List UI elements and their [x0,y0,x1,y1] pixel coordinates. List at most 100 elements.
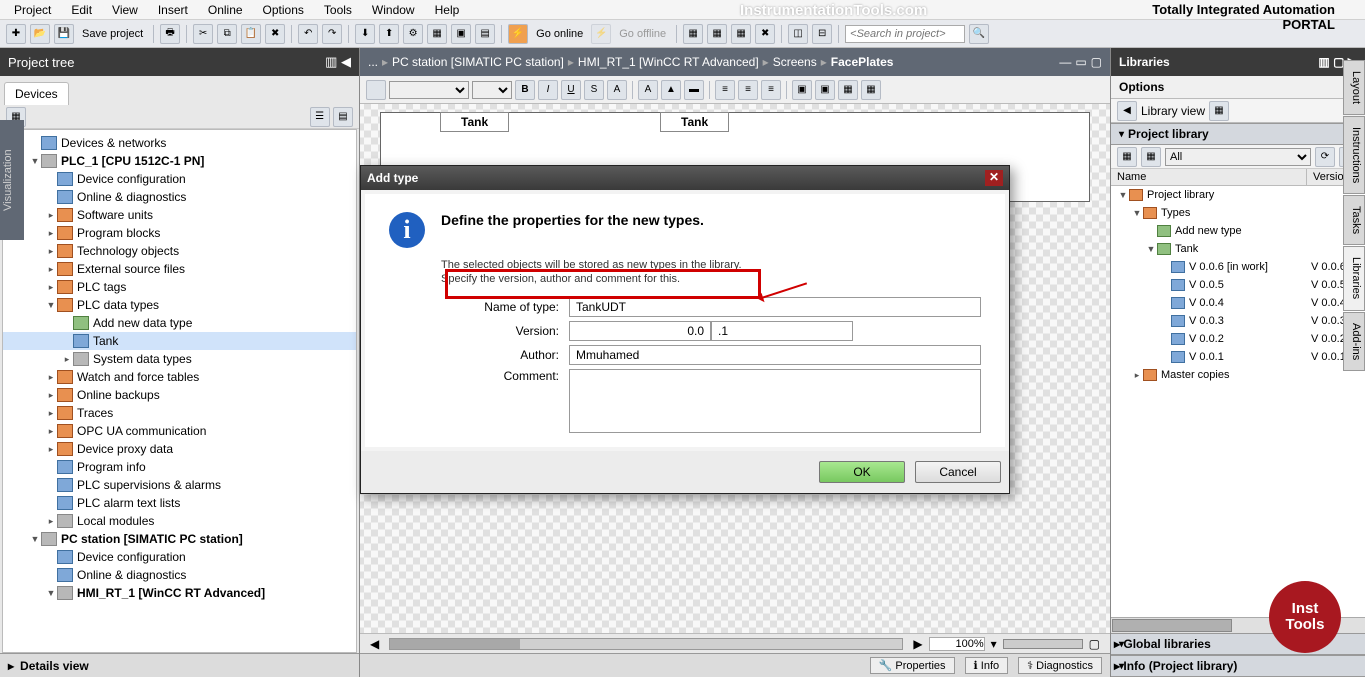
tb-icon-6[interactable]: ▦ [731,24,751,44]
tree-item[interactable]: Online & diagnostics [3,188,356,206]
lib-mode-icon[interactable]: ▦ [1209,101,1229,121]
bold-icon[interactable]: B [515,80,535,100]
menu-online[interactable]: Online [198,1,253,19]
compile-icon[interactable]: ⚙ [403,24,423,44]
menu-view[interactable]: View [102,1,148,19]
tb-icon-4[interactable]: ▦ [683,24,703,44]
breadcrumb-item[interactable]: ... [368,55,378,69]
menu-tools[interactable]: Tools [314,1,362,19]
ok-button[interactable]: OK [819,461,905,483]
lib-refresh-icon[interactable]: ⟳ [1315,147,1335,167]
side-tab-instructions[interactable]: Instructions [1343,116,1365,194]
project-tree[interactable]: Devices & networks▼PLC_1 [CPU 1512C-1 PN… [2,129,357,653]
download-icon[interactable]: ⬇ [355,24,375,44]
collapse-left-icon[interactable]: ◀ [341,54,351,69]
visualization-tab[interactable]: Visualization [0,120,24,240]
tree-item[interactable]: ▸Technology objects [3,242,356,260]
paste-icon[interactable]: 📋 [241,24,261,44]
zoom-input[interactable] [929,637,985,651]
copy-icon[interactable]: ⧉ [217,24,237,44]
tree-item[interactable]: ▸System data types [3,350,356,368]
align-c-icon[interactable]: ≡ [738,80,758,100]
lib-tree-item[interactable]: V 0.0.1V 0.0.1 [1111,348,1365,366]
menu-help[interactable]: Help [425,1,470,19]
pin-icon[interactable]: ▥ [325,54,337,69]
super-icon[interactable]: A [607,80,627,100]
et-icon[interactable] [366,80,386,100]
fit-icon[interactable]: ▢ [1089,637,1100,651]
underline-icon[interactable]: U [561,80,581,100]
menu-window[interactable]: Window [362,1,425,19]
strike-icon[interactable]: S [584,80,604,100]
tb-icon-2[interactable]: ▣ [451,24,471,44]
tree-item[interactable]: ▸Watch and force tables [3,368,356,386]
min-icon[interactable]: — [1059,55,1071,69]
info-tab[interactable]: ℹ Info [965,657,1009,674]
delete-icon[interactable]: ✖ [265,24,285,44]
tree-list-icon[interactable]: ☰ [310,107,330,127]
open-project-icon[interactable]: 📂 [30,24,50,44]
tree-item[interactable]: Add new data type [3,314,356,332]
tree-detail-icon[interactable]: ▤ [333,107,353,127]
tree-item[interactable]: Program info [3,458,356,476]
author-input[interactable] [569,345,981,365]
lib-tree-item[interactable]: V 0.0.3V 0.0.3 [1111,312,1365,330]
lib-filter-icon1[interactable]: ▦ [1117,147,1137,167]
tank-object-1[interactable]: Tank [440,112,509,132]
align-r-icon[interactable]: ≡ [761,80,781,100]
fill-color-icon[interactable]: ▲ [661,80,681,100]
lib-tree-item[interactable]: ▼Types [1111,204,1365,222]
layer-f-icon[interactable]: ▣ [792,80,812,100]
split-h-icon[interactable]: ◫ [788,24,808,44]
split-v-icon[interactable]: ⊟ [812,24,832,44]
go-offline-icon[interactable]: ⚡ [591,24,611,44]
lib-pin-icon[interactable]: ▥ [1318,55,1329,69]
ungroup-icon[interactable]: ▦ [861,80,881,100]
tree-item[interactable]: Online & diagnostics [3,566,356,584]
size-select[interactable] [472,81,512,99]
menu-insert[interactable]: Insert [148,1,198,19]
tree-item[interactable]: ▸Device proxy data [3,440,356,458]
search-input[interactable] [845,25,965,43]
save-icon[interactable]: 💾 [54,24,74,44]
tree-item[interactable]: Device configuration [3,170,356,188]
go-online-label[interactable]: Go online [532,28,587,40]
library-view-icon[interactable]: ◀ [1117,101,1137,121]
tree-item[interactable]: Devices & networks [3,134,356,152]
side-tab-layout[interactable]: Layout [1343,60,1365,115]
redo-icon[interactable]: ↷ [322,24,342,44]
scroll-right-icon[interactable]: ▶ [913,637,922,651]
align-l-icon[interactable]: ≡ [715,80,735,100]
info-section[interactable]: ▸ Info (Project library) [1111,655,1365,677]
properties-tab[interactable]: 🔧 Properties [870,657,955,674]
comment-input[interactable] [569,369,981,433]
library-view-label[interactable]: Library view [1141,104,1205,118]
menu-project[interactable]: Project [4,1,61,19]
tree-item[interactable]: ▼PLC data types [3,296,356,314]
side-tab-libraries[interactable]: Libraries [1343,246,1365,310]
tb-icon-5[interactable]: ▦ [707,24,727,44]
diagnostics-tab[interactable]: ⚕ Diagnostics [1018,657,1102,674]
undo-icon[interactable]: ↶ [298,24,318,44]
breadcrumb-item[interactable]: Screens [773,55,817,69]
window-icon[interactable]: ▭ [1075,55,1086,69]
search-icon[interactable]: 🔍 [969,24,989,44]
version-major-input[interactable] [569,321,711,341]
italic-icon[interactable]: I [538,80,558,100]
group-icon[interactable]: ▦ [838,80,858,100]
lib-filter-select[interactable]: All [1165,148,1311,166]
tree-item[interactable]: ▸Online backups [3,386,356,404]
side-tab-tasks[interactable]: Tasks [1343,195,1365,245]
tank-object-2[interactable]: Tank [660,112,729,132]
lib-tree-item[interactable]: ▼Tank [1111,240,1365,258]
tree-item[interactable]: ▼HMI_RT_1 [WinCC RT Advanced] [3,584,356,602]
scroll-left-icon[interactable]: ◀ [370,637,379,651]
tree-item[interactable]: ▸OPC UA communication [3,422,356,440]
font-color-icon[interactable]: A [638,80,658,100]
tree-item[interactable]: ▸Traces [3,404,356,422]
tree-item[interactable]: PLC supervisions & alarms [3,476,356,494]
line-color-icon[interactable]: ▬ [684,80,704,100]
details-view-bar[interactable]: ▸Details view [0,653,359,677]
print-icon[interactable]: 🖶 [160,24,180,44]
tree-item[interactable]: ▸Local modules [3,512,356,530]
